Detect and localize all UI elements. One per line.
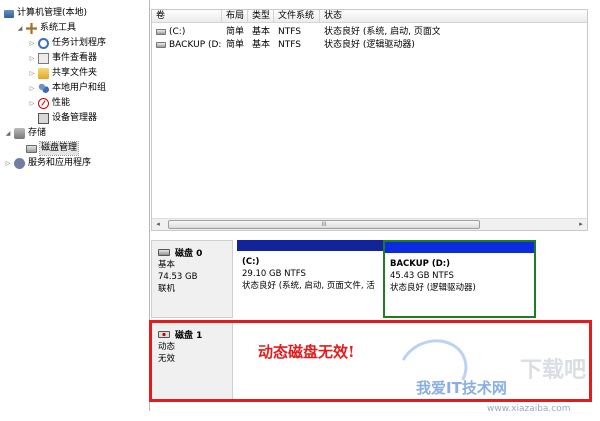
partition-bar — [237, 240, 383, 251]
disk-name: 磁盘 1 — [158, 328, 232, 341]
partition-c[interactable]: (C:) 29.10 GB NTFS 状态良好 (系统, 启动, 页面文件, 活 — [237, 240, 383, 318]
tree-item-label: 性能 — [52, 98, 71, 108]
tree-item-shared-folders[interactable]: ▷ 共享文件夹 — [28, 67, 97, 80]
disk-state: 无效 — [158, 354, 176, 364]
tree-item-label: 存储 — [28, 128, 47, 138]
event-log-icon — [38, 53, 49, 64]
storage-icon — [14, 128, 25, 139]
volume-status: 状态良好 (逻辑驱动器) — [324, 40, 415, 50]
disk-kind: 基本 — [158, 260, 176, 270]
device-manager-icon — [38, 113, 49, 124]
disk-0-label[interactable]: 磁盘 0 基本 74.53 GB 联机 — [151, 240, 233, 318]
tree-item-disk-management[interactable]: 磁盘管理 — [26, 141, 80, 156]
partition-title: (C:) — [242, 257, 260, 267]
partition-title: BACKUP (D:) — [390, 259, 451, 269]
clock-icon — [38, 38, 49, 49]
services-icon — [14, 158, 25, 169]
volume-row[interactable]: BACKUP (D:) 简单 基本 NTFS 状态良好 (逻辑驱动器) — [152, 39, 587, 51]
tools-icon — [26, 23, 37, 34]
tree-item-local-users-groups[interactable]: ▷ 本地用户和组 — [28, 82, 106, 95]
disk-state: 联机 — [158, 284, 176, 294]
tree-item-performance[interactable]: ▷ 性能 — [28, 97, 70, 110]
tree-item-system-tools[interactable]: ◢ 系统工具 — [16, 22, 76, 35]
partition-size: 29.10 GB NTFS — [242, 269, 306, 279]
column-header-type[interactable]: 类型 — [248, 10, 274, 23]
volume-filesystem: NTFS — [278, 27, 301, 37]
computer-icon — [4, 9, 14, 18]
expand-arrow-icon[interactable]: ▷ — [28, 40, 36, 48]
volume-row[interactable]: (C:) 简单 基本 NTFS 状态良好 (系统, 启动, 页面文( — [152, 26, 587, 38]
tree-item-label: 本地用户和组 — [52, 83, 107, 93]
watermark-text: 我爱IT技术网 — [416, 379, 507, 397]
column-header-layout[interactable]: 布局 — [222, 10, 248, 23]
horizontal-scrollbar[interactable]: ◂ III ▸ — [152, 218, 587, 230]
volume-name: BACKUP (D:) — [169, 40, 222, 50]
column-header-status[interactable]: 状态 — [320, 10, 588, 23]
tree-item-label: 事件查看器 — [52, 53, 98, 63]
volume-name: (C:) — [169, 27, 186, 37]
tree-item-label: 服务和应用程序 — [28, 158, 92, 168]
volume-type: 基本 — [252, 27, 271, 37]
tree-item-task-scheduler[interactable]: ▷ 任务计划程序 — [28, 37, 106, 50]
watermark-url: www.xiazaiba.com — [487, 404, 571, 414]
drive-icon — [156, 28, 166, 35]
tree-item-label: 系统工具 — [40, 23, 77, 33]
tree-item-label: 计算机管理(本地) — [17, 8, 88, 18]
volume-name-cell: (C:) — [152, 26, 222, 38]
expand-arrow-icon[interactable]: ▷ — [28, 100, 36, 108]
annotation-text: 动态磁盘无效! — [258, 343, 355, 361]
disk-size: 74.53 GB — [158, 272, 198, 282]
folder-icon — [38, 68, 49, 79]
volume-filesystem: NTFS — [278, 40, 301, 50]
partition-backup-d[interactable]: BACKUP (D:) 45.43 GB NTFS 状态良好 (逻辑驱动器) — [383, 240, 536, 318]
volume-list: 卷 布局 类型 文件系统 状态 (C:) 简单 基本 NTFS 状态良好 (系统… — [151, 9, 588, 231]
disk-icon — [26, 144, 37, 153]
volume-list-header: 卷 布局 类型 文件系统 状态 — [152, 10, 587, 23]
drive-icon — [156, 41, 166, 48]
tree-item-label: 任务计划程序 — [52, 38, 107, 48]
collapse-arrow-icon[interactable]: ◢ — [4, 130, 12, 138]
expand-arrow-icon[interactable]: ▷ — [28, 70, 36, 78]
volume-layout: 简单 — [226, 27, 245, 37]
expand-arrow-icon[interactable]: ▷ — [4, 160, 12, 168]
disk-1-label[interactable]: 磁盘 1 动态 无效 — [151, 322, 233, 402]
scrollbar-thumb[interactable]: III — [168, 220, 480, 229]
tree-item-device-manager[interactable]: 设备管理器 — [38, 112, 97, 125]
tree-item-label: 共享文件夹 — [52, 68, 98, 78]
scroll-left-icon[interactable]: ◂ — [152, 219, 164, 230]
column-header-volume[interactable]: 卷 — [152, 10, 222, 23]
tree-item-label: 磁盘管理 — [38, 141, 80, 156]
watermark-text: 下载吧 — [520, 358, 587, 383]
volume-layout: 简单 — [226, 40, 245, 50]
disk-name: 磁盘 0 — [158, 246, 232, 259]
tree-item-storage[interactable]: ◢ 存储 — [4, 127, 46, 140]
navigation-tree: 计算机管理(本地) ◢ 系统工具 ▷ 任务计划程序 ▷ 事件查看器 ▷ 共享文件… — [0, 0, 150, 411]
tree-item-label: 设备管理器 — [52, 113, 98, 123]
collapse-arrow-icon[interactable]: ◢ — [16, 25, 24, 33]
volume-name-cell: BACKUP (D:) — [152, 39, 222, 51]
performance-icon — [38, 98, 49, 109]
error-disk-icon — [158, 331, 170, 338]
scroll-grip-icon: III — [321, 221, 327, 228]
partition-status: 状态良好 (逻辑驱动器) — [390, 283, 476, 293]
tree-item-services-applications[interactable]: ▷ 服务和应用程序 — [4, 157, 91, 170]
column-header-filesystem[interactable]: 文件系统 — [274, 10, 320, 23]
partition-status: 状态良好 (系统, 启动, 页面文件, 活 — [242, 281, 375, 291]
disk-kind: 动态 — [158, 342, 176, 352]
volume-type: 基本 — [252, 40, 271, 50]
tree-item-computer-management[interactable]: 计算机管理(本地) — [4, 7, 87, 20]
expand-arrow-icon[interactable]: ▷ — [28, 85, 36, 93]
volume-status: 状态良好 (系统, 启动, 页面文( — [324, 27, 440, 37]
partition-size: 45.43 GB NTFS — [390, 271, 454, 281]
partition-bar — [385, 242, 534, 253]
users-icon — [38, 83, 49, 94]
scroll-right-icon[interactable]: ▸ — [575, 219, 587, 230]
expand-arrow-icon[interactable]: ▷ — [28, 55, 36, 63]
disk-icon — [158, 249, 170, 256]
tree-item-event-viewer[interactable]: ▷ 事件查看器 — [28, 52, 97, 65]
